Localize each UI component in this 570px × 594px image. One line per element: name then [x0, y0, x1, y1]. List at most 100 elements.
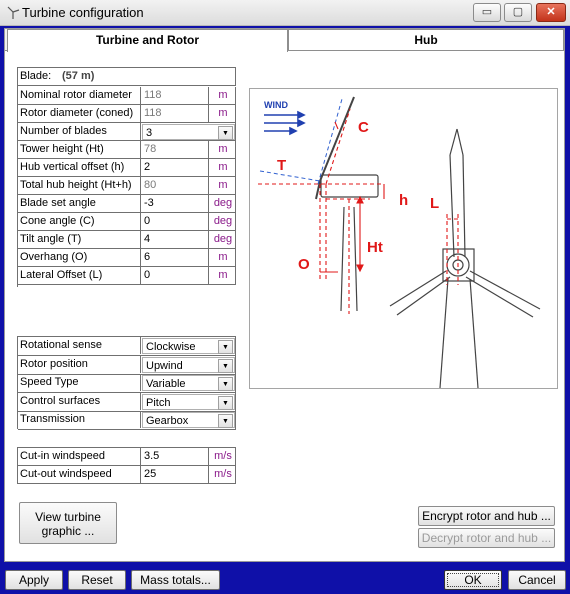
option-label: Transmission — [18, 411, 141, 428]
param-label: Overhang (O) — [18, 249, 141, 266]
param-row: Cone angle (C) 0 deg — [18, 213, 236, 231]
param-row: Rotor diameter (coned) 118 m — [18, 105, 236, 123]
param-unit: deg — [213, 233, 233, 245]
option-select[interactable]: Clockwise ▼ — [142, 338, 235, 354]
param-value-field[interactable]: 2 — [142, 159, 209, 176]
option-row: Rotational sense Clockwise ▼ — [18, 337, 236, 356]
cone-reference-lines — [259, 98, 343, 185]
param-row: Lateral Offset (L) 0 m — [18, 267, 236, 285]
encrypt-rotor-hub-button[interactable]: Encrypt rotor and hub ... — [418, 506, 555, 526]
turbine-dimension-diagram: WIND C T h Ht O L — [258, 96, 541, 389]
minimize-icon: ▭ — [481, 6, 493, 18]
option-row: Speed Type Variable ▼ — [18, 374, 236, 393]
number-of-blades-select[interactable]: 3 ▼ — [142, 124, 235, 140]
wind-arrows-icon — [264, 110, 306, 136]
select-value: Upwind — [146, 359, 183, 372]
select-value: Variable — [146, 378, 186, 390]
param-value-field[interactable]: 0 — [142, 213, 209, 230]
minimize-button[interactable]: ▭ — [473, 3, 501, 22]
cancel-button[interactable]: Cancel — [508, 570, 566, 590]
blade-value[interactable]: (57 m) — [60, 68, 180, 85]
param-value-field[interactable]: 0 — [142, 267, 209, 284]
ok-button[interactable]: OK — [444, 570, 502, 590]
tilt-label-T: T — [277, 157, 286, 174]
param-label: Cone angle (C) — [18, 213, 141, 230]
blade-label: Blade: — [20, 70, 52, 82]
tab-label: Turbine and Rotor — [95, 33, 200, 47]
param-row: Number of blades 3 ▼ — [18, 123, 236, 141]
chevron-down-icon[interactable]: ▼ — [218, 414, 233, 428]
param-row: Tower height (Ht) 78 m — [18, 141, 236, 159]
param-value-field: 78 — [142, 141, 209, 158]
cone-label-C: C — [358, 119, 369, 136]
select-value: Gearbox — [146, 415, 189, 427]
param-unit: m — [218, 179, 228, 191]
windspeed-value-field[interactable]: 25 — [142, 466, 209, 483]
param-row: Tilt angle (T) 4 deg — [18, 231, 236, 249]
maximize-button[interactable]: ▢ — [504, 3, 532, 22]
select-value: Pitch — [146, 396, 171, 409]
reset-button[interactable]: Reset — [68, 570, 126, 590]
param-label: Blade set angle — [18, 195, 141, 212]
param-label: Tower height (Ht) — [18, 141, 141, 158]
tab-turbine-and-rotor[interactable]: Turbine and Rotor — [7, 29, 288, 52]
param-label: Lateral Offset (L) — [18, 267, 141, 284]
param-row: Blade set angle -3 deg — [18, 195, 236, 213]
close-button[interactable]: ✕ — [536, 3, 566, 22]
option-select[interactable]: Variable ▼ — [142, 375, 235, 391]
chevron-down-icon[interactable]: ▼ — [218, 340, 233, 354]
windspeed-unit: m/s — [214, 468, 232, 480]
param-unit: deg — [213, 215, 233, 227]
chevron-down-icon[interactable]: ▼ — [218, 358, 233, 373]
turbine-diagram: WIND C T h Ht O L — [249, 88, 558, 389]
blade-row: Blade: (57 m) — [18, 68, 236, 86]
param-label: Nominal rotor diameter — [18, 87, 141, 104]
param-value-field[interactable]: 6 — [142, 249, 209, 266]
option-select[interactable]: Upwind ▼ — [142, 356, 235, 373]
chevron-down-icon[interactable]: ▼ — [218, 395, 233, 410]
tab-hub[interactable]: Hub — [288, 29, 564, 51]
param-value-field: 118 — [142, 87, 209, 104]
param-label: Number of blades — [18, 123, 141, 140]
windspeed-value-field[interactable]: 3.5 — [142, 448, 209, 465]
param-label: Hub vertical offset (h) — [18, 159, 141, 176]
decrypt-rotor-hub-button: Decrypt rotor and hub ... — [418, 528, 555, 548]
option-select[interactable]: Pitch ▼ — [142, 393, 235, 410]
windspeed-unit: m/s — [214, 450, 232, 462]
tab-content: Blade: (57 m) Nominal rotor diameter 118 m… — [5, 50, 564, 561]
param-label: Tilt angle (T) — [18, 231, 141, 248]
param-value-field: 118 — [142, 105, 209, 122]
select-value: 3 — [146, 127, 153, 139]
windspeed-row: Cut-out windspeed 25 m/s — [18, 466, 236, 484]
param-value-field: 80 — [142, 177, 209, 194]
title-bar[interactable]: Turbine configuration ▭ ▢ ✕ — [0, 0, 570, 26]
turbine-icon — [7, 6, 20, 19]
windspeed-row: Cut-in windspeed 3.5 m/s — [18, 448, 236, 466]
hub-offset-label-h: h — [399, 192, 408, 209]
apply-button[interactable]: Apply — [5, 570, 63, 590]
view-turbine-graphic-button[interactable]: View turbine graphic ... — [19, 502, 117, 544]
lateral-offset-label-L: L — [430, 195, 439, 212]
option-label: Speed Type — [18, 374, 141, 391]
option-label: Control surfaces — [18, 392, 141, 410]
select-value: Clockwise — [146, 341, 196, 353]
option-row: Control surfaces Pitch ▼ — [18, 392, 236, 412]
wind-label: WIND — [264, 100, 288, 110]
mass-totals-button[interactable]: Mass totals... — [131, 570, 220, 590]
option-select[interactable]: Gearbox ▼ — [142, 412, 235, 428]
chevron-down-icon[interactable]: ▼ — [218, 126, 233, 140]
param-value-field[interactable]: 4 — [142, 231, 209, 248]
param-unit: m — [218, 89, 228, 101]
options-grid: Rotational sense Clockwise ▼ Rotor position… — [17, 336, 236, 430]
overhang-label-O: O — [298, 256, 310, 273]
dimension-lines — [258, 108, 383, 314]
param-value-field[interactable]: -3 — [142, 195, 209, 212]
param-unit: deg — [213, 197, 233, 209]
param-label: Total hub height (Ht+h) — [18, 177, 141, 194]
close-icon: ✕ — [546, 6, 556, 18]
chevron-down-icon[interactable]: ▼ — [218, 377, 233, 391]
turbine-configuration-window: Turbine configuration ▭ ▢ ✕ Turbine and … — [0, 0, 570, 594]
param-row: Nominal rotor diameter 118 m — [18, 87, 236, 105]
option-label: Rotational sense — [18, 337, 141, 354]
option-label: Rotor position — [18, 355, 141, 373]
